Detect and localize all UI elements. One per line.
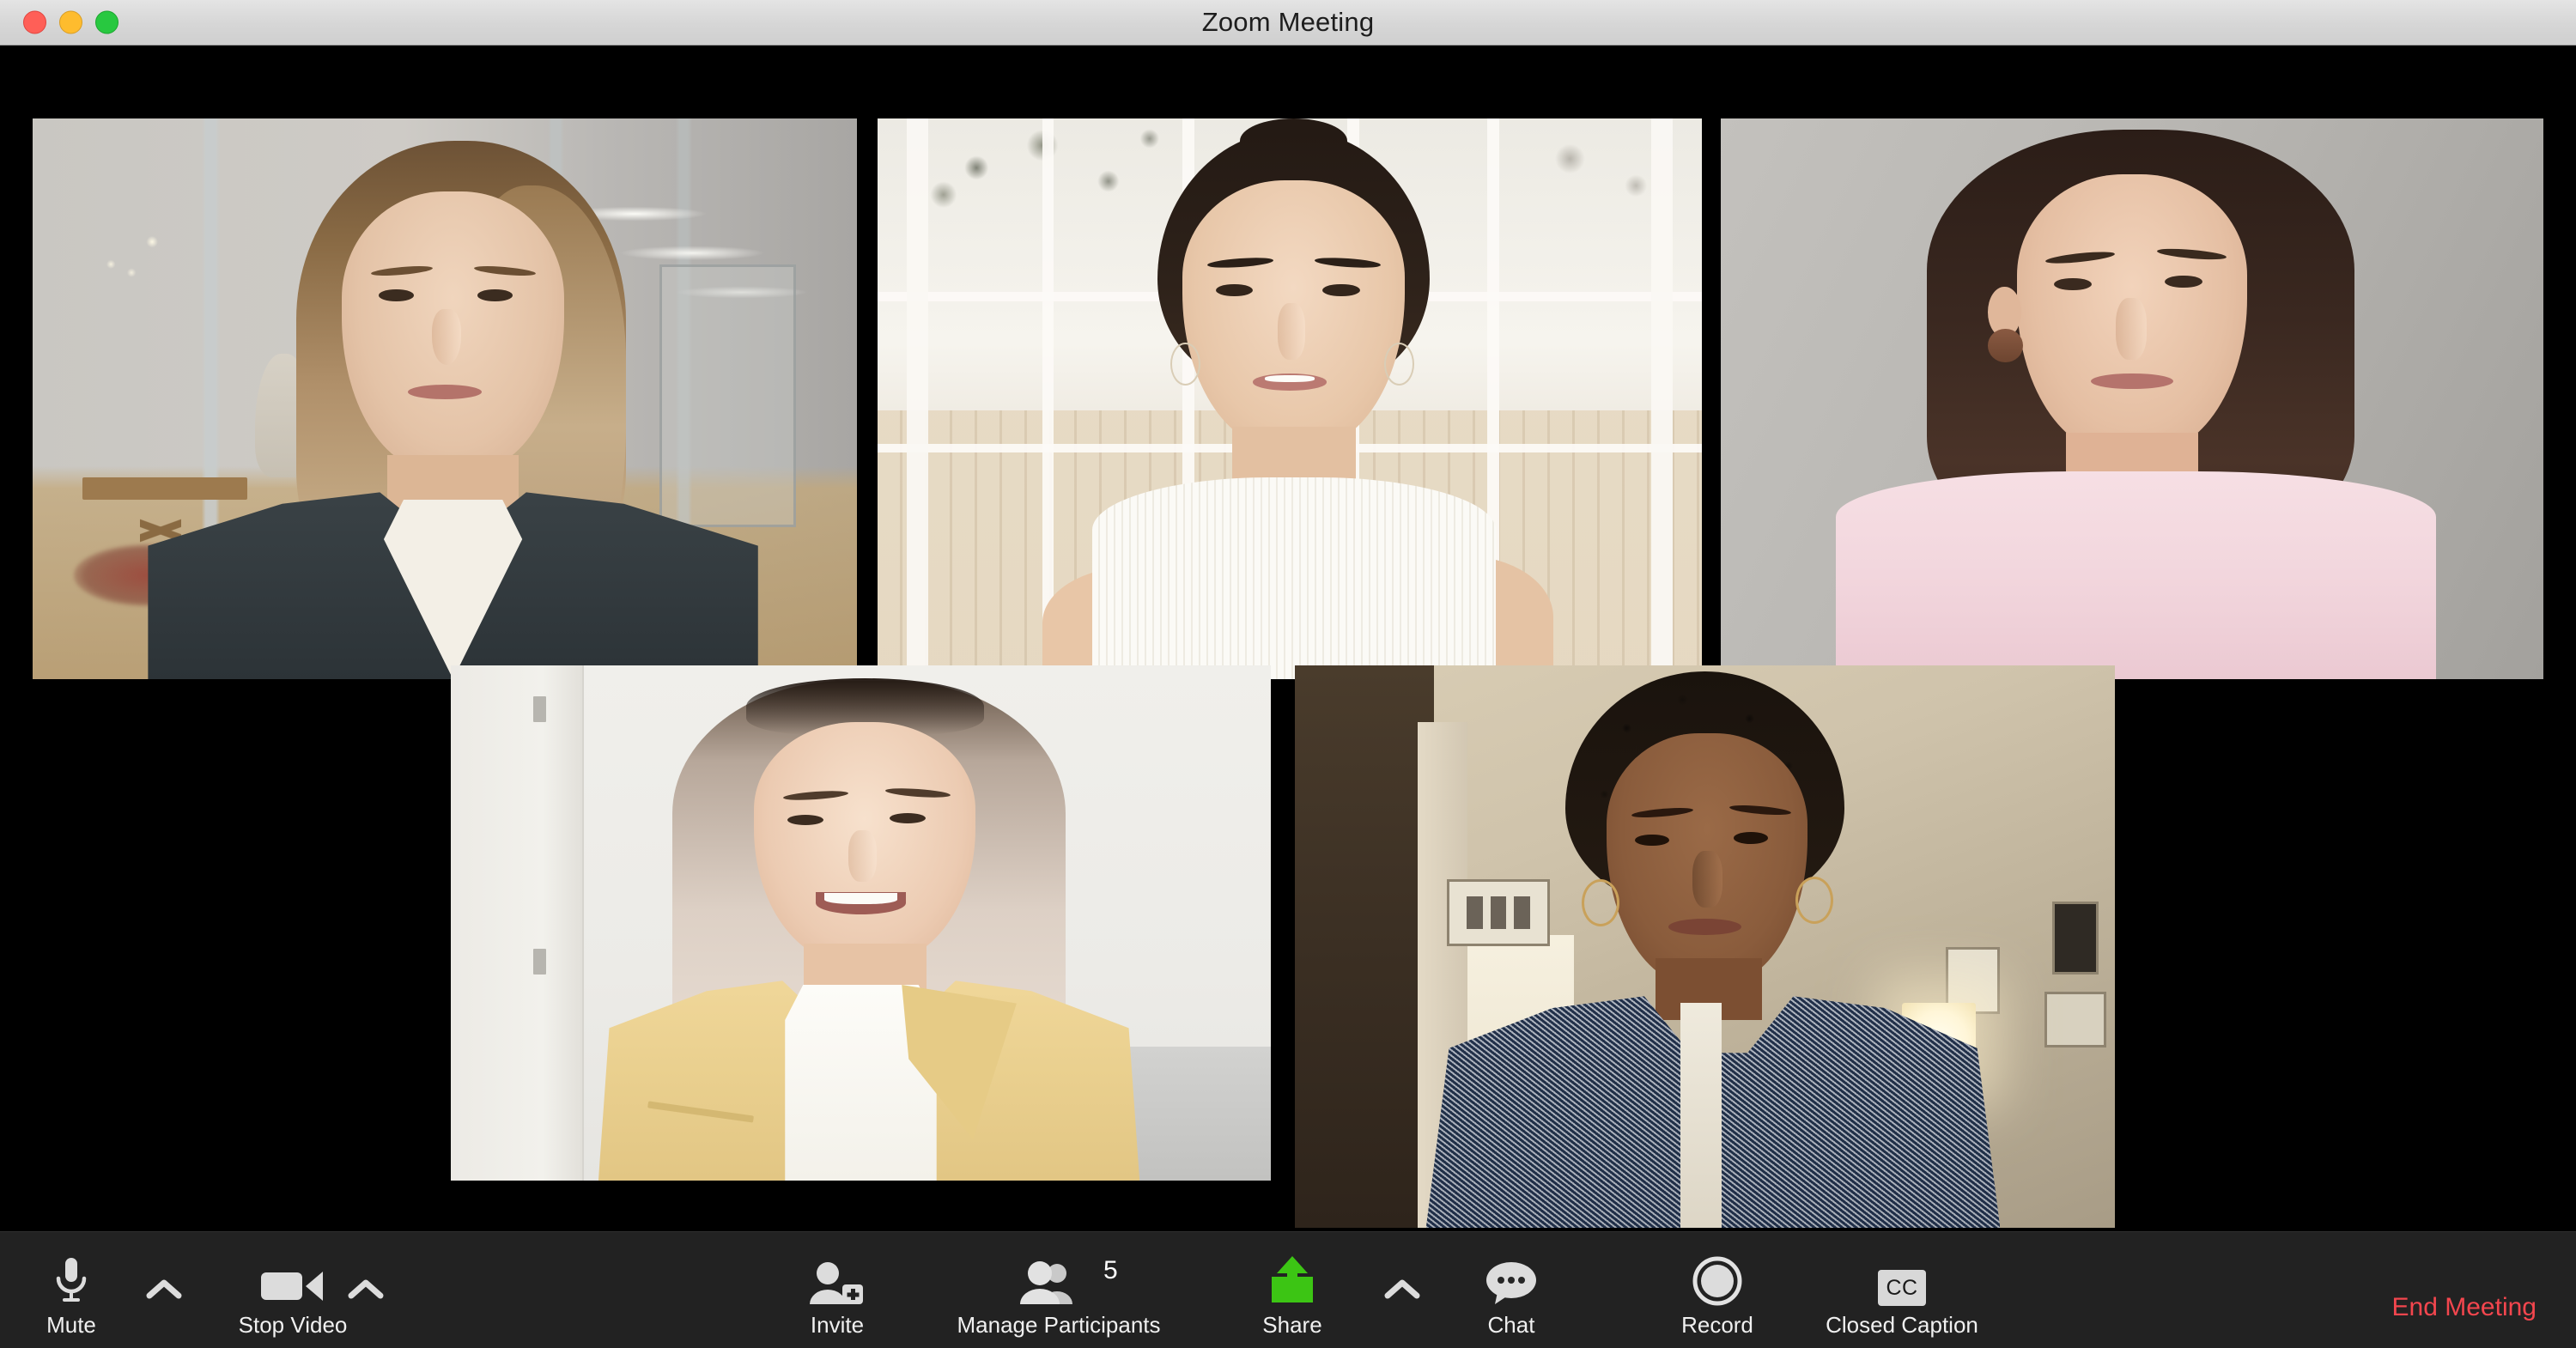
participant-video-feed-1 [33, 118, 857, 679]
closed-caption-button-label: Closed Caption [1826, 1312, 1978, 1338]
people-icon: 5 [1018, 1253, 1118, 1306]
participant-count-badge: 5 [1103, 1256, 1118, 1284]
end-meeting-button[interactable]: End Meeting [2392, 1293, 2537, 1322]
participant-video-tile-2[interactable] [878, 118, 1702, 679]
participant-video-tile-1[interactable] [33, 118, 857, 679]
chat-bubble-icon [1484, 1253, 1539, 1306]
video-options-chevron-up-icon[interactable] [346, 1276, 386, 1302]
participant-video-feed-5 [1295, 665, 2115, 1228]
participant-video-feed-4 [451, 665, 1271, 1181]
meeting-toolbar: Mute Stop Video Invite 5 Manage Particip… [0, 1231, 2576, 1348]
share-screen-button-label: Share [1262, 1312, 1322, 1338]
closed-caption-button[interactable]: CC Closed Caption [1803, 1253, 2001, 1336]
stop-video-button-label: Stop Video [238, 1312, 348, 1338]
closed-caption-badge-text: CC [1878, 1270, 1926, 1306]
microphone-icon [52, 1253, 90, 1306]
closed-caption-icon: CC [1878, 1253, 1926, 1306]
manage-participants-button-label: Manage Participants [957, 1312, 1161, 1338]
video-camera-icon [259, 1253, 326, 1306]
chat-button-label: Chat [1487, 1312, 1535, 1338]
record-circle-icon [1692, 1253, 1742, 1306]
share-screen-button[interactable]: Share [1236, 1253, 1348, 1336]
window-title: Zoom Meeting [1201, 7, 1375, 37]
mute-button-label: Mute [46, 1312, 96, 1338]
mute-button[interactable]: Mute [15, 1253, 127, 1336]
participant-video-feed-2 [878, 118, 1702, 679]
window-title-bar: Zoom Meeting [0, 0, 2576, 46]
person-add-icon [807, 1253, 867, 1306]
participant-video-feed-3 [1721, 118, 2543, 679]
manage-participants-button[interactable]: 5 Manage Participants [934, 1253, 1183, 1338]
participant-video-tile-5[interactable] [1295, 665, 2115, 1228]
record-button[interactable]: Record [1653, 1253, 1782, 1336]
audio-options-chevron-up-icon[interactable] [144, 1276, 184, 1302]
video-gallery [0, 46, 2576, 1232]
participant-video-tile-3[interactable] [1721, 118, 2543, 679]
share-screen-icon [1265, 1253, 1320, 1306]
invite-button[interactable]: Invite [786, 1253, 889, 1336]
zoom-meeting-window: Zoom Meeting Mute Stop Video Invite 5 Ma… [0, 0, 2576, 1348]
record-button-label: Record [1681, 1312, 1753, 1338]
share-options-chevron-up-icon[interactable] [1382, 1276, 1422, 1302]
chat-button[interactable]: Chat [1460, 1253, 1563, 1336]
participant-video-tile-4[interactable] [451, 665, 1271, 1181]
invite-button-label: Invite [810, 1312, 865, 1338]
